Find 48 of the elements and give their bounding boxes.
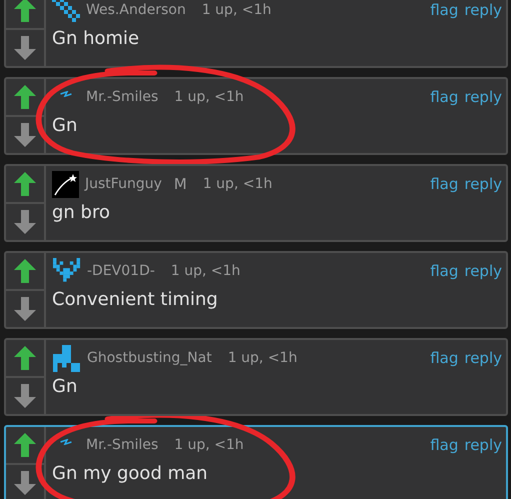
comment-action-link[interactable]: reply [464,349,502,367]
username[interactable]: JustFunguy [85,176,162,192]
downvote-arrow-icon [14,123,36,147]
comment-action-link[interactable]: flag [430,436,458,454]
avatar-icon [52,258,81,284]
comment-text: gn bro [52,202,110,223]
downvote-arrow-icon [14,36,36,60]
upvote-arrow-icon [14,259,36,283]
comment-text: Gn my good man [52,463,208,484]
comment-action-link[interactable]: flag [430,1,458,19]
comment-points: 1 up, <1h [174,437,244,453]
comment-action-link[interactable]: reply [464,436,502,454]
username[interactable]: Ghostbusting_Nat [87,350,212,366]
comment-points: 1 up, <1h [228,350,298,366]
username[interactable]: Mr.-Smiles [86,89,158,105]
comment-text: Convenient timing [52,289,218,310]
avatar-icon [52,344,81,372]
comment-action-link[interactable]: reply [464,1,502,19]
downvote-arrow-icon [14,471,36,495]
comment-action-link[interactable]: flag [430,175,458,193]
comment-text: Gn [52,115,78,136]
comment-points: 1 up, <1h [202,2,272,18]
upvote-arrow-icon [14,0,36,22]
upvote-arrow-icon [14,346,36,370]
comment-action-link[interactable]: flag [430,88,458,106]
avatar-icon [52,0,80,22]
comment-action-link[interactable]: reply [464,262,502,280]
upvote-arrow-icon [14,85,36,109]
lightning-icon [60,439,72,445]
comment-text: Gn homie [52,28,140,49]
downvote-arrow-icon [14,384,36,408]
comment-text: Gn [52,376,78,397]
comment-points: 1 up, <1h [202,176,272,192]
user-rank-label: M [174,175,187,193]
upvote-arrow-icon [14,172,36,196]
username[interactable]: -DEV01D- [87,263,155,279]
comment-points: 1 up, <1h [174,89,244,105]
username[interactable]: Wes.Anderson [86,2,186,18]
upvote-arrow-icon [14,433,36,457]
downvote-arrow-icon [14,210,36,234]
comment-points: 1 up, <1h [170,263,240,279]
username[interactable]: Mr.-Smiles [86,437,158,453]
comment-action-link[interactable]: reply [464,88,502,106]
comment-action-link[interactable]: flag [430,349,458,367]
lightning-icon [60,91,72,97]
comment-action-link[interactable]: flag [430,262,458,280]
comment-action-link[interactable]: reply [464,175,502,193]
downvote-arrow-icon [14,297,36,321]
